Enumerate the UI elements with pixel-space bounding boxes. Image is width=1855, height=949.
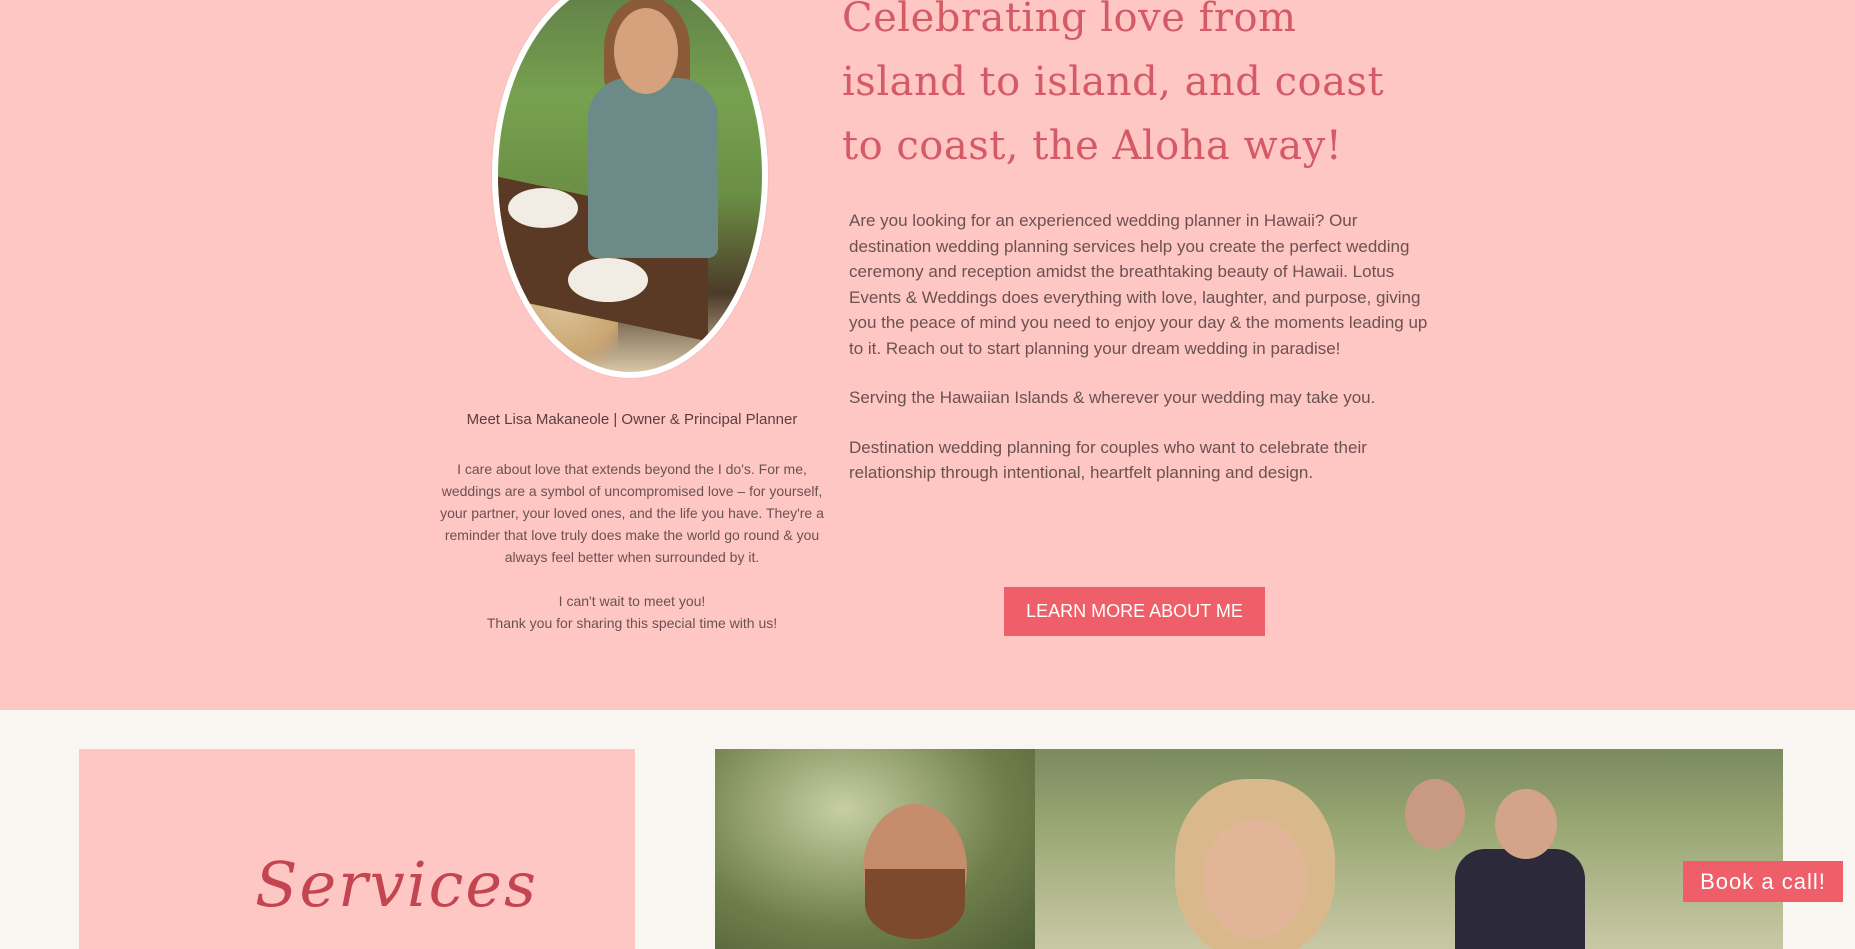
wedding-photo	[715, 749, 1783, 949]
guest-shape	[1455, 849, 1585, 949]
book-call-button[interactable]: Book a call!	[1683, 861, 1843, 902]
guest-shape	[1495, 789, 1557, 859]
bride-face-shape	[1203, 819, 1307, 939]
about-intro: Are you looking for an experienced weddi…	[849, 208, 1429, 510]
about-heading: Celebrating love from island to island, …	[842, 0, 1385, 169]
face-shape	[614, 8, 678, 94]
services-title: Services	[255, 848, 538, 921]
portrait-photo	[498, 0, 762, 372]
closing-line: Thank you for sharing this special time …	[486, 615, 778, 631]
owner-title: Meet Lisa Makaneole | Owner & Principal …	[466, 411, 798, 428]
owner-bio: I care about love that extends beyond th…	[436, 458, 828, 634]
closing-line: I can't wait to meet you!	[558, 593, 706, 609]
owner-bio-text: I care about love that extends beyond th…	[440, 461, 824, 565]
owner-portrait-image	[492, 0, 768, 378]
beard-shape	[865, 869, 965, 939]
plate-shape	[508, 188, 578, 228]
body-shape	[588, 78, 718, 258]
about-section: Celebrating love from island to island, …	[0, 0, 1855, 710]
plate-shape	[568, 258, 648, 302]
learn-more-button[interactable]: LEARN MORE ABOUT ME	[1004, 587, 1265, 636]
guest-shape	[1405, 779, 1465, 849]
intro-paragraph: Serving the Hawaiian Islands & wherever …	[849, 388, 1376, 407]
intro-paragraph: Destination wedding planning for couples…	[849, 437, 1367, 483]
intro-paragraph: Are you looking for an experienced weddi…	[849, 211, 1428, 358]
